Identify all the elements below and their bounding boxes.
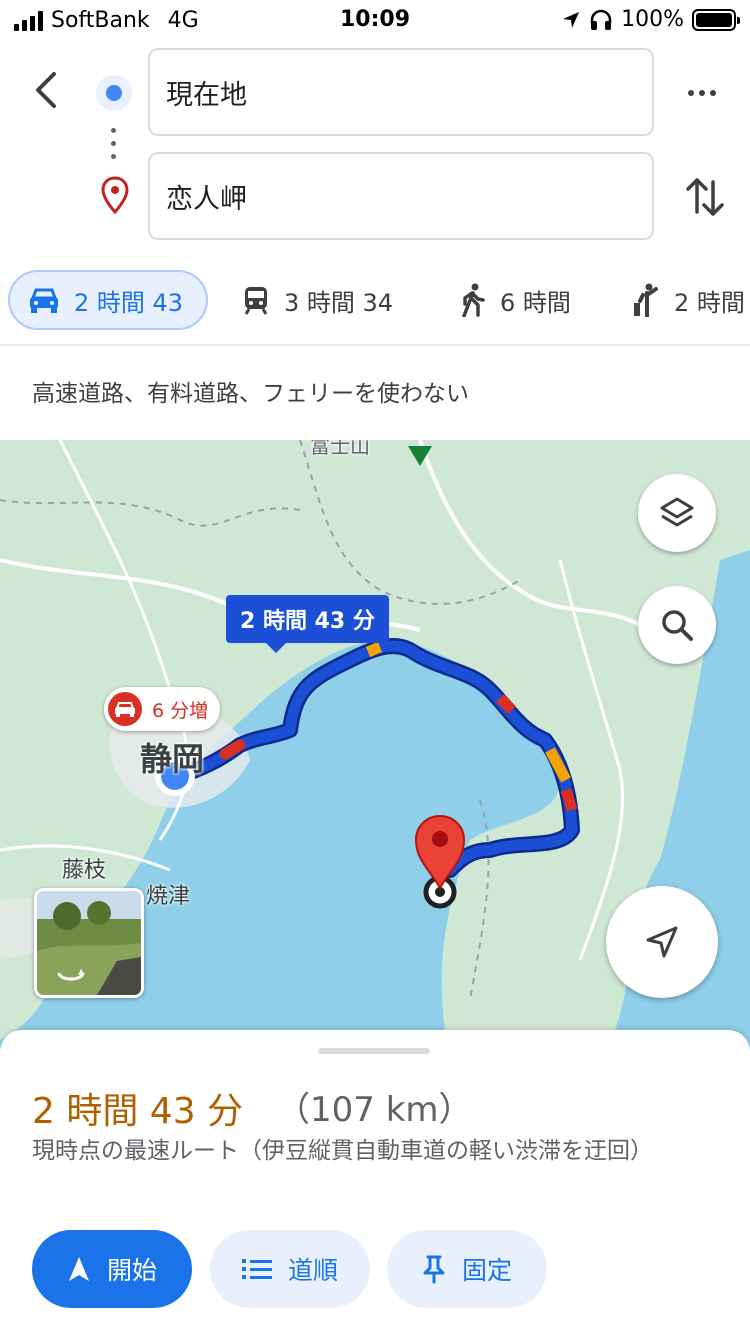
walk-icon: [462, 283, 485, 317]
ride-hail-icon: [634, 283, 658, 317]
tab-ride-hail-label: 2 時間: [674, 288, 745, 317]
start-button[interactable]: 開始: [32, 1230, 192, 1308]
tab-walk-label: 6 時間: [500, 288, 571, 317]
map-label-fujieda: 藤枝: [62, 858, 107, 883]
search-icon: [662, 610, 693, 641]
more-options-button[interactable]: [680, 75, 724, 111]
destination-field[interactable]: 恋人岬: [148, 152, 654, 240]
back-button[interactable]: [22, 60, 72, 120]
status-right: 100%: [561, 7, 740, 32]
route-options-text[interactable]: 高速道路、有料道路、フェリーを使わない: [32, 374, 469, 408]
route-time-callout[interactable]: 2 時間 43 分: [226, 595, 389, 653]
traffic-delay-badge[interactable]: 6 分増: [104, 687, 221, 731]
map-label-shizuoka: 静岡: [140, 740, 205, 778]
map-label-yaizu: 焼津: [146, 884, 191, 909]
pin-button[interactable]: 固定: [387, 1230, 547, 1308]
status-bar: SoftBank 4G 10:09 100%: [0, 0, 750, 40]
traffic-car-icon: [108, 692, 142, 726]
battery-percent: 100%: [621, 7, 684, 32]
tab-ride-hail[interactable]: 2 時間: [632, 270, 745, 330]
route-distance: （107 km）: [276, 1090, 473, 1130]
car-icon: [30, 288, 58, 313]
navigation-start-icon: [68, 1257, 89, 1281]
tab-transit-label: 3 時間 34: [284, 288, 394, 317]
headphones-icon: [590, 9, 612, 30]
layers-icon: [660, 497, 694, 527]
train-icon: [244, 287, 268, 315]
street-view-thumbnail[interactable]: [34, 888, 144, 998]
steps-button[interactable]: 道順: [210, 1230, 370, 1308]
divider: [0, 344, 750, 346]
swap-vertical-icon: [686, 178, 724, 216]
tab-drive-label: 2 時間 43: [74, 288, 184, 317]
traffic-delay-label: 6 分増: [152, 699, 209, 722]
route-connector-icon: [111, 128, 116, 159]
swap-button[interactable]: [680, 170, 730, 224]
pin-button-label: 固定: [461, 1256, 512, 1285]
list-icon: [241, 1259, 272, 1279]
map-view[interactable]: 富士山 静岡 藤枝 焼津 2 時間 43 分 6 分増: [0, 440, 750, 1060]
pin-icon: [423, 1255, 445, 1284]
route-summary-sheet[interactable]: 2 時間 43 分 （107 km） 現時点の最速ルート（伊豆縦貫自動車道の軽い…: [0, 1030, 750, 1334]
street-view-image: [37, 891, 141, 995]
chevron-left-icon: [36, 72, 56, 108]
travel-mode-tabs: 2 時間 43 3 時間 34 6 時間 2 時間: [0, 270, 750, 332]
destination-pin-icon: [100, 176, 130, 216]
origin-dot-icon: [96, 75, 132, 111]
battery-icon: [692, 8, 740, 31]
location-arrow-icon: [563, 11, 580, 28]
route-duration: 2 時間 43 分: [32, 1091, 244, 1132]
tab-walk[interactable]: 6 時間: [460, 270, 571, 330]
navigation-arrow-icon: [646, 926, 678, 958]
map-label-fujisan: 富士山: [310, 440, 370, 458]
steps-button-label: 道順: [287, 1256, 338, 1285]
sheet-drag-handle[interactable]: [318, 1048, 430, 1054]
tab-drive[interactable]: 2 時間 43: [8, 270, 208, 330]
start-button-label: 開始: [106, 1256, 157, 1285]
tab-transit[interactable]: 3 時間 34: [242, 270, 393, 330]
recenter-button[interactable]: [606, 886, 718, 998]
route-description: 現時点の最速ルート（伊豆縦貫自動車道の軽い渋滞を迂回）: [32, 1138, 653, 1164]
origin-field[interactable]: 現在地: [148, 48, 654, 136]
layers-button[interactable]: [638, 474, 716, 552]
map-search-button[interactable]: [638, 586, 716, 664]
